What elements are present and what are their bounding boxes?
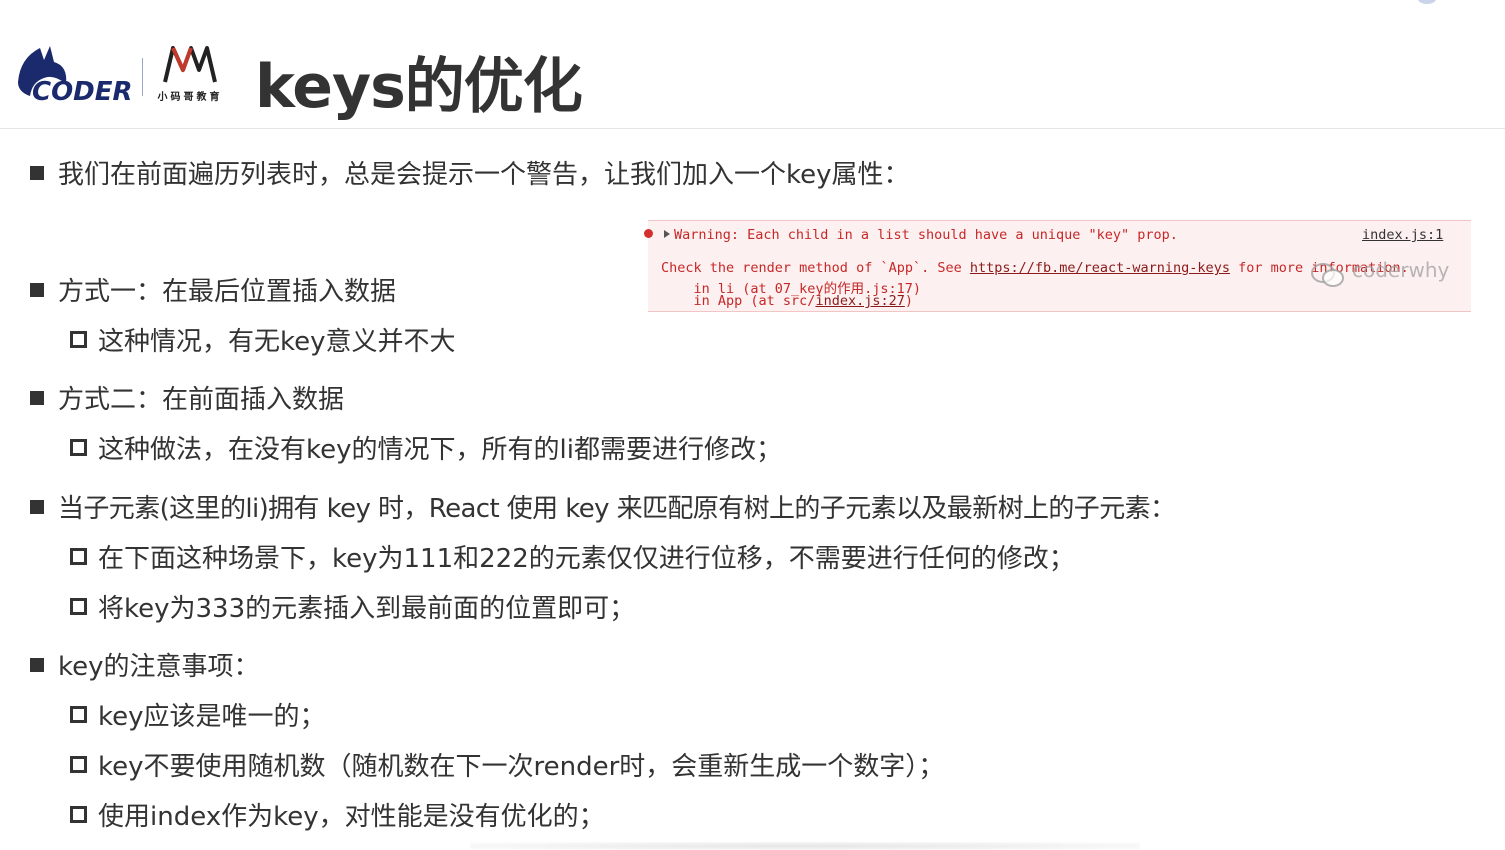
filled-square-bullet-icon — [30, 657, 44, 672]
hollow-square-bullet-icon — [70, 806, 87, 823]
sub-bullet-item: 在下面这种场景下，key为111和222的元素仅仅进行位移，不需要进行任何的修改… — [70, 538, 1075, 575]
svg-text:CODER: CODER — [32, 77, 133, 104]
index-js-link: index.js:27 — [815, 293, 905, 309]
expand-triangle-icon — [664, 230, 670, 238]
sub-bullet-item: 这种做法，在没有key的情况下，所有的li都需要进行修改； — [70, 429, 782, 466]
bullet-text: 将key为333的元素插入到最前面的位置即可； — [98, 594, 636, 624]
filled-square-bullet-icon — [30, 165, 44, 180]
filled-square-bullet-icon — [30, 282, 44, 297]
watermark-text: coderwhy — [1352, 258, 1450, 282]
wechat-icon — [1311, 263, 1344, 287]
logo-divider — [142, 58, 143, 96]
sub-bullet-item: 将key为333的元素插入到最前面的位置即可； — [70, 588, 635, 625]
bullet-text: 使用index作为key，对性能是没有优化的； — [98, 802, 605, 832]
hollow-square-bullet-icon — [70, 439, 87, 456]
sub-bullet-item: 这种情况，有无key意义并不大 — [70, 321, 456, 358]
warning-check-line: Check the render method of `App`. See ht… — [661, 260, 1409, 276]
bullet-text: key的注意事项： — [58, 652, 260, 682]
sub-bullet-item: key应该是唯一的； — [70, 696, 326, 733]
slide-header: CODER 小码哥教育 keys的优化 — [0, 0, 1505, 129]
bullet-text: 方式一：在最后位置插入数据 — [58, 277, 397, 307]
warning-source-link: index.js:1 — [1362, 227, 1444, 243]
hollow-square-bullet-icon — [70, 331, 87, 348]
bullet-text: 这种做法，在没有key的情况下，所有的li都需要进行修改； — [98, 435, 782, 465]
coder-wolf-logo: CODER — [18, 46, 133, 104]
filled-square-bullet-icon — [30, 390, 44, 405]
filled-square-bullet-icon — [30, 499, 44, 514]
xiaomage-mark-icon — [163, 46, 217, 83]
bullet-item: 当子元素(这里的li)拥有 key 时，React 使用 key 来匹配原有树上… — [30, 488, 1176, 525]
bullet-item: 方式二：在前面插入数据 — [30, 379, 344, 416]
decorative-dot — [1418, 0, 1436, 4]
hollow-square-bullet-icon — [70, 598, 87, 615]
bullet-text: key不要使用随机数（随机数在下一次render时，会重新生成一个数字）； — [98, 752, 945, 782]
xiaomage-logo: 小码哥教育 — [147, 42, 233, 104]
bullet-item: 方式一：在最后位置插入数据 — [30, 271, 396, 308]
sub-bullet-item: key不要使用随机数（随机数在下一次render时，会重新生成一个数字）； — [70, 746, 944, 783]
sub-bullet-item: 使用index作为key，对性能是没有优化的； — [70, 796, 605, 833]
warning-stack-app: in App (at src/index.js:27) — [661, 293, 913, 309]
bullet-text: 方式二：在前面插入数据 — [58, 385, 345, 415]
react-warning-keys-link: https://fb.me/react-warning-keys — [969, 260, 1230, 276]
bullet-item: 我们在前面遍历列表时，总是会提示一个警告，让我们加入一个key属性： — [30, 154, 910, 191]
page-title: keys的优化 — [255, 52, 583, 122]
warning-line: Warning: Each child in a list should hav… — [674, 227, 1178, 243]
hollow-square-bullet-icon — [70, 756, 87, 773]
bullet-text: key应该是唯一的； — [98, 702, 326, 732]
hollow-square-bullet-icon — [70, 548, 87, 565]
error-dot-icon — [644, 229, 653, 238]
bullet-text: 这种情况，有无key意义并不大 — [98, 327, 456, 357]
bullet-text: 在下面这种场景下，key为111和222的元素仅仅进行位移，不需要进行任何的修改… — [98, 544, 1075, 574]
hollow-square-bullet-icon — [70, 706, 87, 723]
bottom-shadow — [470, 842, 1140, 850]
bullet-item: key的注意事项： — [30, 646, 260, 683]
xiaomage-logo-text: 小码哥教育 — [157, 92, 223, 103]
console-warning-screenshot: Warning: Each child in a list should hav… — [644, 220, 1471, 312]
bullet-text: 当子元素(这里的li)拥有 key 时，React 使用 key 来匹配原有树上… — [58, 494, 1176, 524]
bullet-text: 我们在前面遍历列表时，总是会提示一个警告，让我们加入一个key属性： — [58, 160, 910, 190]
